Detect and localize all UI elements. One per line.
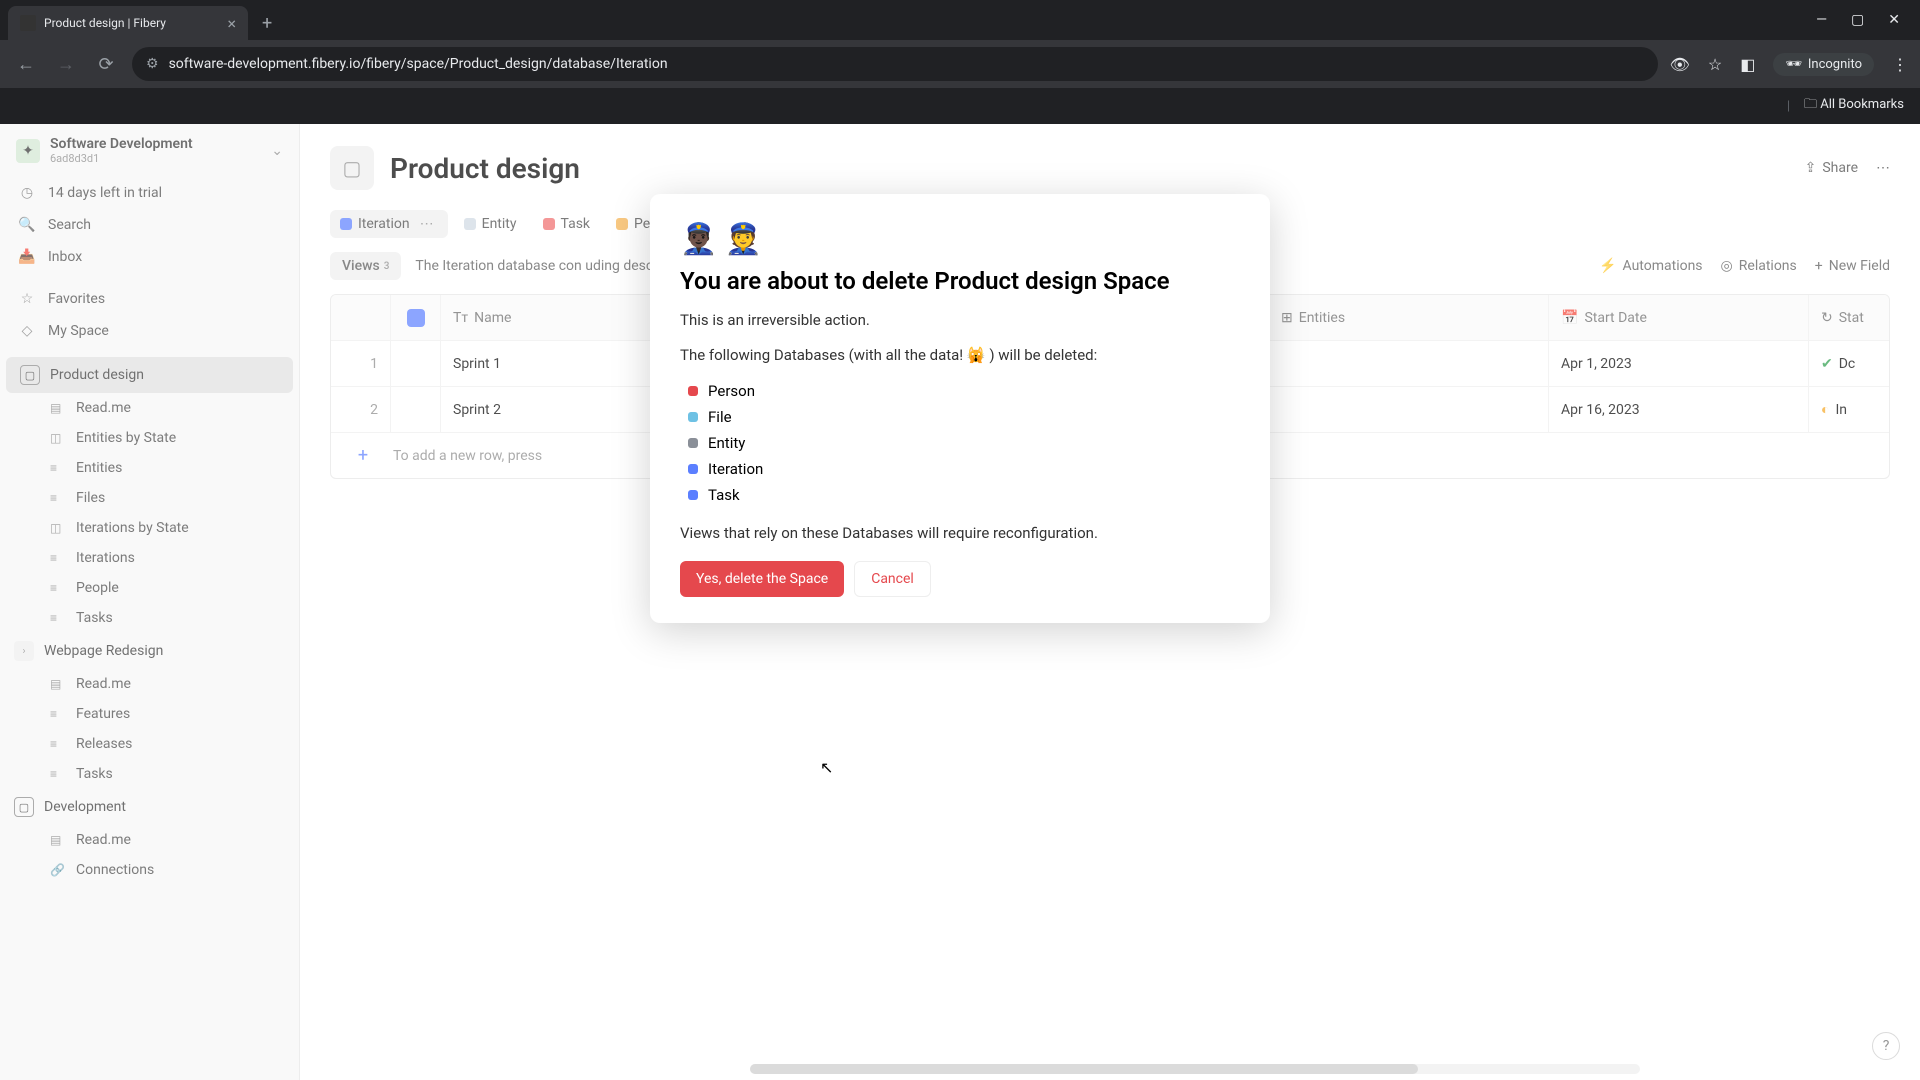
maximize-icon[interactable]: ▢	[1851, 12, 1864, 28]
color-dot	[688, 438, 698, 448]
color-dot	[688, 490, 698, 500]
cancel-button[interactable]: Cancel	[854, 561, 931, 597]
new-tab-button[interactable]: +	[248, 6, 286, 40]
forward-icon[interactable]: →	[52, 54, 80, 75]
delete-space-modal: 👮🏿‍♂️ 👮 You are about to delete Product …	[650, 194, 1270, 623]
modal-title: You are about to delete Product design S…	[680, 265, 1240, 297]
url-text: software-development.fibery.io/fibery/sp…	[169, 56, 668, 72]
modal-warning-irreversible: This is an irreversible action.	[680, 309, 1240, 332]
url-field[interactable]: ⚙ software-development.fibery.io/fibery/…	[132, 47, 1658, 81]
list-item: File	[688, 404, 1240, 430]
favicon	[20, 15, 36, 31]
close-window-icon[interactable]: ✕	[1888, 12, 1900, 28]
window-controls: ― ▢ ✕	[1796, 0, 1920, 40]
minimize-icon[interactable]: ―	[1816, 12, 1827, 28]
database-list: Person File Entity Iteration Task	[680, 378, 1240, 508]
back-icon[interactable]: ←	[12, 54, 40, 75]
color-dot	[688, 464, 698, 474]
list-item: Entity	[688, 430, 1240, 456]
tab-title: Product design | Fibery	[44, 16, 166, 30]
panel-icon[interactable]: ◧	[1740, 55, 1755, 74]
modal-emoji: 👮🏿‍♂️ 👮	[680, 222, 1240, 257]
incognito-icon: 🕶	[1785, 57, 1802, 72]
address-bar: ← → ⟳ ⚙ software-development.fibery.io/f…	[0, 40, 1920, 88]
list-item: Task	[688, 482, 1240, 508]
color-dot	[688, 386, 698, 396]
modal-overlay[interactable]: 👮🏿‍♂️ 👮 You are about to delete Product …	[0, 124, 1920, 1080]
color-dot	[688, 412, 698, 422]
incognito-badge[interactable]: 🕶 Incognito	[1773, 53, 1874, 76]
bookmarks-bar: | 🗀 All Bookmarks	[0, 88, 1920, 124]
close-tab-icon[interactable]: ×	[227, 14, 236, 33]
site-settings-icon[interactable]: ⚙	[146, 56, 159, 72]
eye-off-icon[interactable]: 👁	[1670, 55, 1690, 74]
confirm-delete-button[interactable]: Yes, delete the Space	[680, 561, 844, 597]
modal-warning-databases: The following Databases (with all the da…	[680, 344, 1240, 367]
list-item: Person	[688, 378, 1240, 404]
browser-tab[interactable]: Product design | Fibery ×	[8, 6, 248, 40]
modal-warning-views: Views that rely on these Databases will …	[680, 522, 1240, 545]
all-bookmarks-button[interactable]: 🗀 All Bookmarks	[1804, 95, 1904, 117]
app-root: ✦ Software Development 6ad8d3d1 ⌄ ◷14 da…	[0, 124, 1920, 1080]
browser-menu-icon[interactable]: ⋮	[1892, 55, 1908, 74]
browser-chrome: Product design | Fibery × + ― ▢ ✕ ← → ⟳ …	[0, 0, 1920, 124]
reload-icon[interactable]: ⟳	[92, 54, 120, 75]
bookmark-star-icon[interactable]: ☆	[1708, 55, 1722, 74]
tab-bar: Product design | Fibery × + ― ▢ ✕	[0, 0, 1920, 40]
list-item: Iteration	[688, 456, 1240, 482]
